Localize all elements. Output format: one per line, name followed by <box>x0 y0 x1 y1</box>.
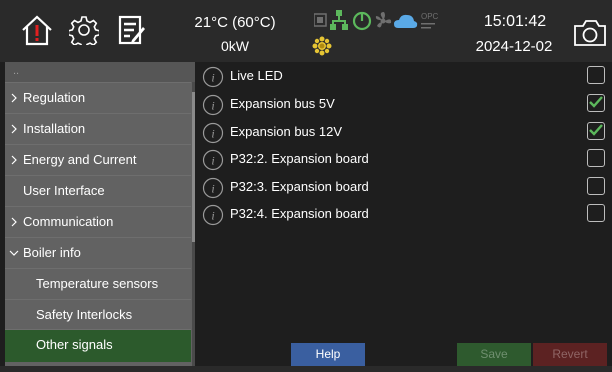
svg-text:i: i <box>211 99 214 113</box>
svg-text:i: i <box>211 127 214 141</box>
sidebar-item-communication[interactable]: Communication <box>5 206 191 237</box>
sidebar-item-label: User Interface <box>23 183 105 198</box>
sidebar-item-boiler-info[interactable]: Boiler info <box>5 237 191 268</box>
signal-row: i P32:4. Expansion board <box>196 201 612 229</box>
signal-label: Live LED <box>230 68 283 83</box>
chevron-down-icon <box>9 250 19 256</box>
sidebar-header: .. <box>5 62 195 82</box>
info-icon[interactable]: i <box>202 94 224 116</box>
signal-row: i Expansion bus 12V <box>196 119 612 147</box>
sidebar-item-label: Communication <box>23 214 114 229</box>
chevron-right-icon <box>11 217 17 227</box>
cloud-icon <box>394 14 418 28</box>
info-icon[interactable]: i <box>202 204 224 226</box>
checkmark-icon <box>589 124 603 136</box>
top-bar: 21°C (60°C) 0kW OPC 15:01:42 2024-12-02 <box>0 0 612 62</box>
notes-icon[interactable] <box>118 15 146 45</box>
sidebar-scroll-thumb[interactable] <box>192 92 195 242</box>
sidebar-item-user-interface[interactable]: User Interface <box>5 175 191 206</box>
signal-checkbox[interactable] <box>587 149 605 167</box>
sidebar-item-safety-interlocks[interactable]: Safety Interlocks <box>5 299 191 330</box>
signal-row: i Live LED <box>196 63 612 91</box>
sidebar-item-label: Safety Interlocks <box>36 307 133 322</box>
info-icon[interactable]: i <box>202 122 224 144</box>
opc-label: OPC <box>421 12 439 21</box>
sun-icon <box>312 36 332 56</box>
sidebar-item-regulation[interactable]: Regulation <box>5 82 191 113</box>
sidebar-item-installation[interactable]: Installation <box>5 113 191 144</box>
bottom-strip <box>0 366 612 372</box>
clock-time: 15:01:42 <box>483 13 547 30</box>
camera-icon[interactable] <box>573 19 607 47</box>
status-icons: OPC <box>313 10 464 32</box>
signal-checkbox[interactable] <box>587 94 605 112</box>
clock-date: 2024-12-02 <box>475 38 553 55</box>
sidebar-item-label: Regulation <box>23 90 86 105</box>
signal-row: i P32:2. Expansion board <box>196 146 612 174</box>
sidebar-header-mark: .. <box>13 65 20 77</box>
board-icon <box>313 13 327 27</box>
signal-label: Expansion bus 12V <box>230 124 343 139</box>
network-icon <box>330 10 348 30</box>
fan-icon <box>375 12 392 28</box>
chevron-right-icon <box>11 124 17 134</box>
svg-text:i: i <box>211 182 214 196</box>
signal-checkbox[interactable] <box>587 177 605 195</box>
signal-row: i P32:3. Expansion board <box>196 174 612 202</box>
revert-button[interactable]: Revert <box>533 343 607 366</box>
chevron-right-icon <box>11 93 17 103</box>
signal-checkbox[interactable] <box>587 122 605 140</box>
signal-label: P32:4. Expansion board <box>230 206 369 221</box>
save-button[interactable]: Save <box>457 343 531 366</box>
signal-checkbox[interactable] <box>587 204 605 222</box>
gear-icon[interactable] <box>69 15 99 45</box>
chevron-right-icon <box>11 155 17 165</box>
signal-label: Expansion bus 5V <box>230 96 335 111</box>
signal-checkbox[interactable] <box>587 66 605 84</box>
sidebar-item-label: Temperature sensors <box>36 276 159 291</box>
home-alarm-icon[interactable] <box>20 13 54 47</box>
sidebar-item-temperature-sensors[interactable]: Temperature sensors <box>5 268 191 299</box>
power-readout: 0kW <box>221 38 249 54</box>
temperature-readout: 21°C (60°C) <box>194 14 276 31</box>
sidebar-item-label: Other signals <box>36 337 113 352</box>
power-icon <box>352 11 372 31</box>
sidebar-item-label: Boiler info <box>23 245 81 260</box>
help-button[interactable]: Help <box>291 343 365 366</box>
sidebar-item-other-signals[interactable]: Other signals <box>5 329 191 362</box>
sidebar-item-label: Energy and Current <box>23 152 137 167</box>
signal-label: P32:3. Expansion board <box>230 179 369 194</box>
svg-text:i: i <box>211 154 214 168</box>
signals-panel: i Live LED i Expansion bus 5V i Expansio… <box>196 62 612 366</box>
info-icon[interactable]: i <box>202 149 224 171</box>
signal-label: P32:2. Expansion board <box>230 151 369 166</box>
svg-text:i: i <box>211 71 214 85</box>
info-icon[interactable]: i <box>202 66 224 88</box>
sidebar-item-energy-and-current[interactable]: Energy and Current <box>5 144 191 175</box>
checkmark-icon <box>589 96 603 108</box>
signal-row: i Expansion bus 5V <box>196 91 612 119</box>
sidebar-item-label: Installation <box>23 121 86 136</box>
sidebar-menu: .. Regulation Installation Energy and Cu… <box>5 62 195 366</box>
svg-text:i: i <box>211 209 214 223</box>
info-icon[interactable]: i <box>202 177 224 199</box>
